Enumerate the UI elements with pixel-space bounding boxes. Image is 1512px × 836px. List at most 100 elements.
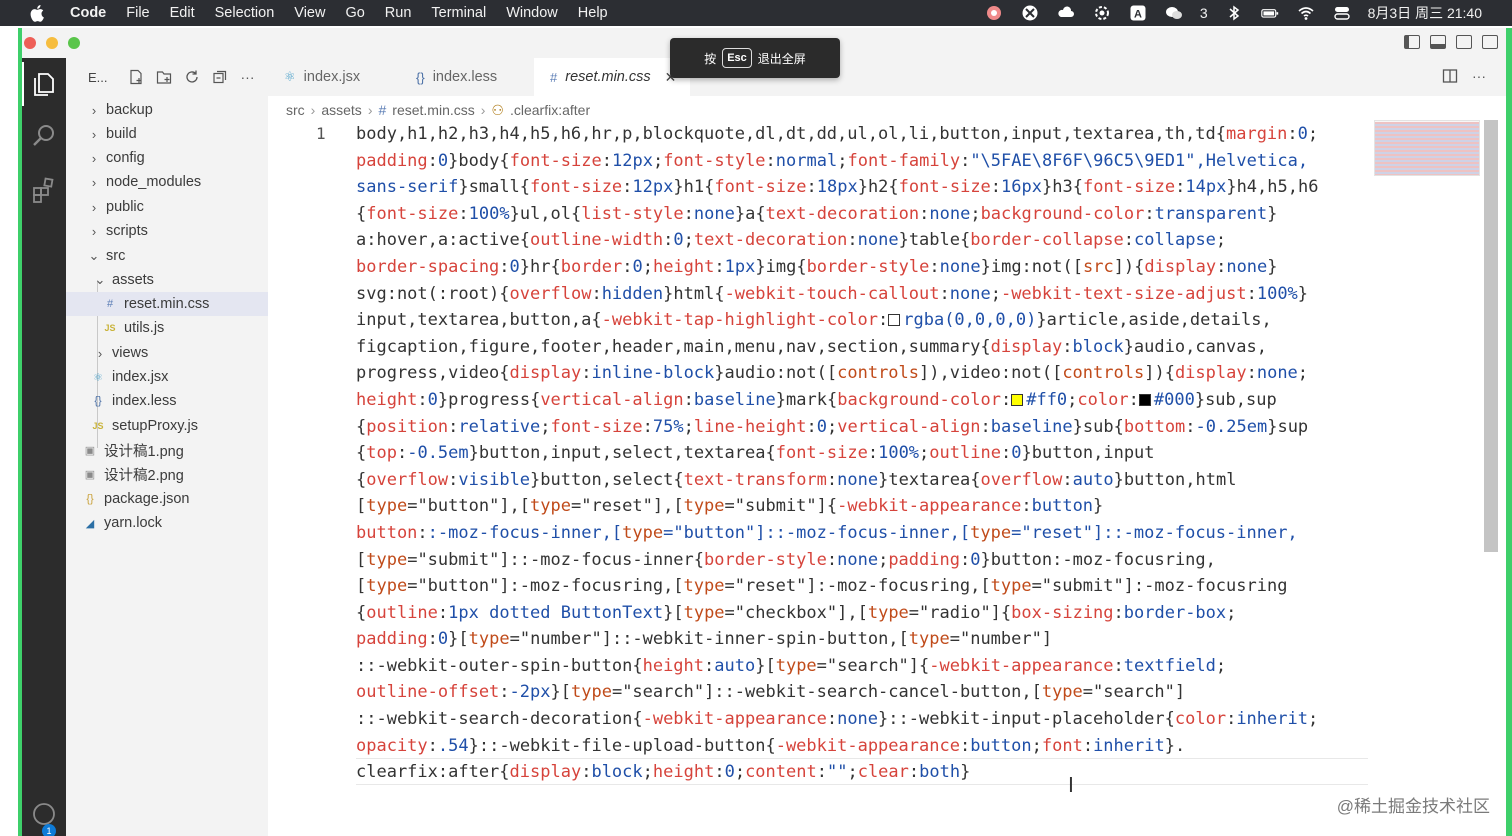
code-content[interactable]: body,h1,h2,h3,h4,h5,h6,hr,p,blockquote,d… (356, 121, 1366, 786)
toggle-secondary-sidebar-icon[interactable] (1456, 35, 1472, 49)
control-center-icon[interactable] (1332, 4, 1352, 22)
tree-file-index-less[interactable]: {} index.less (66, 389, 268, 413)
color-swatch[interactable] (1138, 393, 1151, 406)
menu-file[interactable]: File (126, 5, 149, 21)
tree-label: backup (106, 102, 153, 118)
input-method-icon[interactable]: A (1128, 4, 1148, 22)
explorer-icon[interactable] (22, 62, 66, 106)
menu-selection[interactable]: Selection (215, 5, 275, 21)
layout-controls (1404, 35, 1498, 49)
toggle-panel-icon[interactable] (1430, 35, 1446, 49)
chevron-right-icon: › (91, 199, 97, 215)
tree-folder-views[interactable]: › views (66, 341, 268, 365)
new-folder-icon[interactable] (156, 69, 172, 85)
wechat-count: 3 (1199, 5, 1208, 21)
tab-label: index.less (432, 69, 498, 85)
tree-label: package.json (104, 491, 190, 507)
menu-go[interactable]: Go (345, 5, 364, 21)
tree-file-setupproxy-js[interactable]: JS setupProxy.js (66, 414, 268, 438)
more-actions-icon[interactable]: ··· (1472, 68, 1486, 89)
chevron-right-icon: › (91, 126, 97, 142)
tree-folder-assets[interactable]: ⌄ assets (66, 268, 268, 292)
breadcrumb-item-assets[interactable]: assets (321, 102, 361, 118)
new-file-icon[interactable] (128, 69, 144, 85)
tree-file-reset-min-css[interactable]: # reset.min.css (66, 292, 268, 316)
chevron-right-icon: › (91, 223, 97, 239)
battery-icon[interactable] (1260, 4, 1280, 22)
gear-app-icon[interactable] (1092, 4, 1112, 22)
tree-file-design2-png[interactable]: ▣ 设计稿2.png (66, 462, 268, 486)
window-minimize-button[interactable] (46, 37, 58, 49)
wifi-icon[interactable] (1296, 4, 1316, 22)
tooltip-text: 退出全屏 (757, 51, 806, 66)
chevron-down-icon: ⌄ (94, 272, 106, 287)
screen-border-right (1506, 28, 1512, 836)
tree-file-design1-png[interactable]: ▣ 设计稿1.png (66, 438, 268, 462)
window-fullscreen-button[interactable] (68, 37, 80, 49)
menu-app-name[interactable]: Code (70, 5, 106, 21)
menu-window[interactable]: Window (506, 5, 558, 21)
color-swatch[interactable] (1011, 393, 1024, 406)
tree-label: utils.js (124, 320, 165, 336)
tree-label: config (106, 150, 145, 166)
tree-label: index.less (112, 393, 177, 409)
breadcrumb-item-selector[interactable]: .clearfix:after (510, 102, 590, 118)
tree-file-utils-js[interactable]: JS utils.js (66, 316, 268, 340)
extensions-icon[interactable] (22, 168, 66, 212)
tab-index-less[interactable]: {} index.less (400, 58, 534, 96)
compass-app-icon[interactable] (1020, 4, 1040, 22)
split-editor-icon[interactable] (1442, 68, 1458, 89)
window-close-button[interactable] (24, 37, 36, 49)
react-icon: ⚛ (284, 69, 296, 84)
customize-layout-icon[interactable] (1482, 35, 1498, 49)
tree-label: index.jsx (112, 369, 169, 385)
tab-index-jsx[interactable]: ⚛ index.jsx (268, 58, 400, 96)
collapse-all-icon[interactable] (212, 69, 228, 85)
tree-label: src (106, 248, 126, 264)
explorer-title: E... (88, 69, 108, 85)
search-icon[interactable] (22, 114, 66, 158)
braces-icon: {} (416, 69, 425, 85)
cloud-icon[interactable] (1056, 4, 1076, 22)
menu-help[interactable]: Help (578, 5, 608, 21)
tree-folder-backup[interactable]: › backup (66, 98, 268, 122)
tree-folder-public[interactable]: › public (66, 195, 268, 219)
editor-tabbar: ⚛index.jsx {}index.less #reset.min.css✕ … (268, 58, 1506, 96)
tree-folder-build[interactable]: › build (66, 122, 268, 146)
minimap-viewport[interactable] (1374, 120, 1480, 176)
more-actions-icon[interactable]: ··· (240, 69, 256, 85)
clock[interactable]: 8月3日 周三 21:40 (1368, 3, 1482, 23)
menu-run[interactable]: Run (385, 5, 412, 21)
wechat-icon[interactable] (1164, 4, 1184, 22)
tree-label: public (106, 199, 144, 215)
tree-label: build (106, 126, 137, 142)
tree-file-package-json[interactable]: {} package.json (66, 487, 268, 511)
tab-label: reset.min.css (565, 69, 651, 85)
tree-folder-node-modules[interactable]: › node_modules (66, 170, 268, 194)
breadcrumb: src › assets › # reset.min.css › ⚇ .clea… (286, 100, 590, 120)
tree-folder-src[interactable]: ⌄ src (66, 244, 268, 268)
vertical-scrollbar[interactable] (1484, 120, 1498, 552)
color-swatch[interactable] (888, 314, 901, 327)
menu-terminal[interactable]: Terminal (431, 5, 486, 21)
tree-file-index-jsx[interactable]: ⚛ index.jsx (66, 365, 268, 389)
menu-edit[interactable]: Edit (170, 5, 195, 21)
menu-view[interactable]: View (294, 5, 325, 21)
refresh-icon[interactable] (184, 69, 200, 85)
chevron-right-icon: › (91, 150, 97, 166)
tree-folder-scripts[interactable]: › scripts (66, 219, 268, 243)
editor-actions: ··· (1442, 68, 1486, 89)
esc-key-badge: Esc (722, 48, 752, 68)
notification-badge: 1 (42, 824, 56, 836)
tree-folder-config[interactable]: › config (66, 146, 268, 170)
breadcrumb-item-file[interactable]: reset.min.css (392, 102, 474, 118)
toggle-primary-sidebar-icon[interactable] (1404, 35, 1420, 49)
tree-file-yarn-lock[interactable]: ◢ yarn.lock (66, 511, 268, 535)
explorer-sidebar: E... ··· › backup › build › config › node_mo… (66, 58, 268, 836)
tree-label: reset.min.css (124, 296, 210, 312)
bluetooth-icon[interactable] (1224, 4, 1244, 22)
tab-reset-min-css[interactable]: #reset.min.css✕ (534, 58, 690, 96)
flower-app-icon[interactable] (984, 4, 1004, 22)
apple-logo-icon[interactable] (28, 0, 48, 26)
breadcrumb-item-src[interactable]: src (286, 102, 305, 118)
